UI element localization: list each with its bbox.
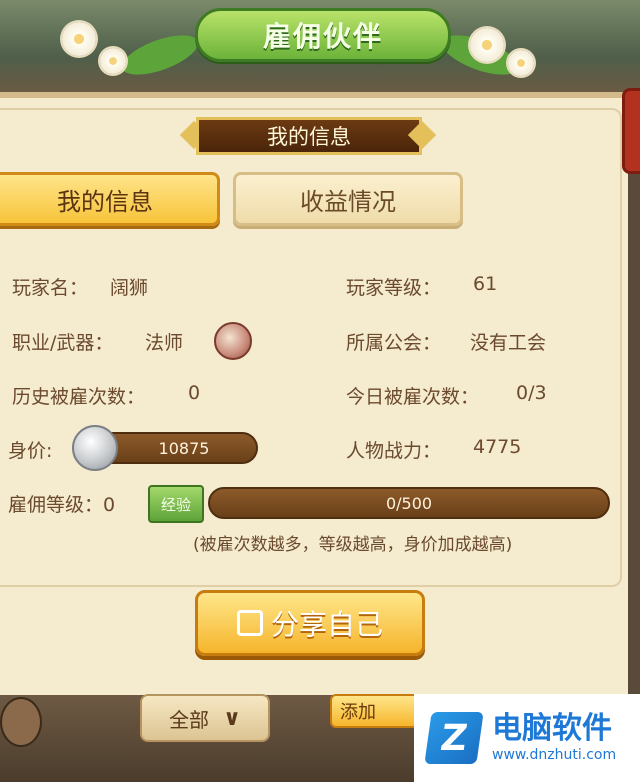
hire-history-label: 历史被雇次数： bbox=[12, 386, 146, 408]
flower-decoration bbox=[100, 48, 126, 74]
today-hired-value: 0/3 bbox=[516, 382, 547, 404]
class-label: 职业/武器： bbox=[12, 332, 114, 354]
player-level-value: 61 bbox=[473, 273, 498, 295]
hire-history-value: 0 bbox=[188, 382, 201, 404]
share-button[interactable]: 分享自己 bbox=[195, 590, 425, 656]
power-value: 4775 bbox=[473, 436, 522, 458]
flower-decoration bbox=[470, 28, 504, 62]
player-name-value: 阔狮 bbox=[110, 277, 149, 299]
hire-level-note: (被雇次数越多，等级越高，身价加成越高) bbox=[193, 535, 513, 555]
site-watermark: Z 电脑软件 www.dnzhuti.com bbox=[414, 694, 640, 782]
flower-decoration bbox=[62, 22, 96, 56]
watermark-name: 电脑软件 bbox=[492, 711, 612, 746]
window-title: 雇佣伙伴 bbox=[195, 8, 451, 62]
exp-progress-text: 0/500 bbox=[385, 493, 433, 513]
tab-my-info[interactable]: 我的信息 bbox=[0, 172, 220, 226]
section-header: 我的信息 bbox=[178, 117, 438, 157]
avatar[interactable] bbox=[0, 697, 42, 747]
guild-label: 所属公会： bbox=[346, 332, 442, 354]
watermark-url: www.dnzhuti.com bbox=[492, 747, 617, 763]
close-button[interactable] bbox=[622, 88, 640, 174]
today-hired-label: 今日被雇次数： bbox=[346, 386, 480, 408]
filter-dropdown-label: 全部 bbox=[169, 707, 210, 732]
flower-decoration bbox=[508, 50, 534, 76]
silver-coin-icon bbox=[72, 425, 118, 471]
watermark-logo: Z bbox=[424, 712, 484, 764]
exp-progress-bar: 0/500 bbox=[208, 487, 610, 519]
hire-level-label: 雇佣等级：0 bbox=[8, 494, 116, 516]
player-name-label: 玩家名： bbox=[12, 277, 89, 299]
power-label: 人物战力： bbox=[346, 440, 442, 462]
weapon-icon bbox=[214, 322, 252, 360]
exp-badge: 经验 bbox=[148, 485, 204, 523]
guild-value: 没有工会 bbox=[470, 332, 547, 354]
worth-label: 身价: bbox=[8, 440, 53, 462]
section-title: 我的信息 bbox=[196, 117, 422, 155]
class-value: 法师 bbox=[145, 332, 184, 354]
tab-earnings[interactable]: 收益情况 bbox=[233, 172, 463, 226]
share-button-label: 分享自己 bbox=[270, 608, 383, 641]
filter-dropdown[interactable]: 全部 ∨ bbox=[140, 694, 270, 742]
chevron-down-icon: ∨ bbox=[223, 705, 241, 731]
player-level-label: 玩家等级： bbox=[346, 277, 442, 299]
share-icon bbox=[236, 610, 263, 636]
